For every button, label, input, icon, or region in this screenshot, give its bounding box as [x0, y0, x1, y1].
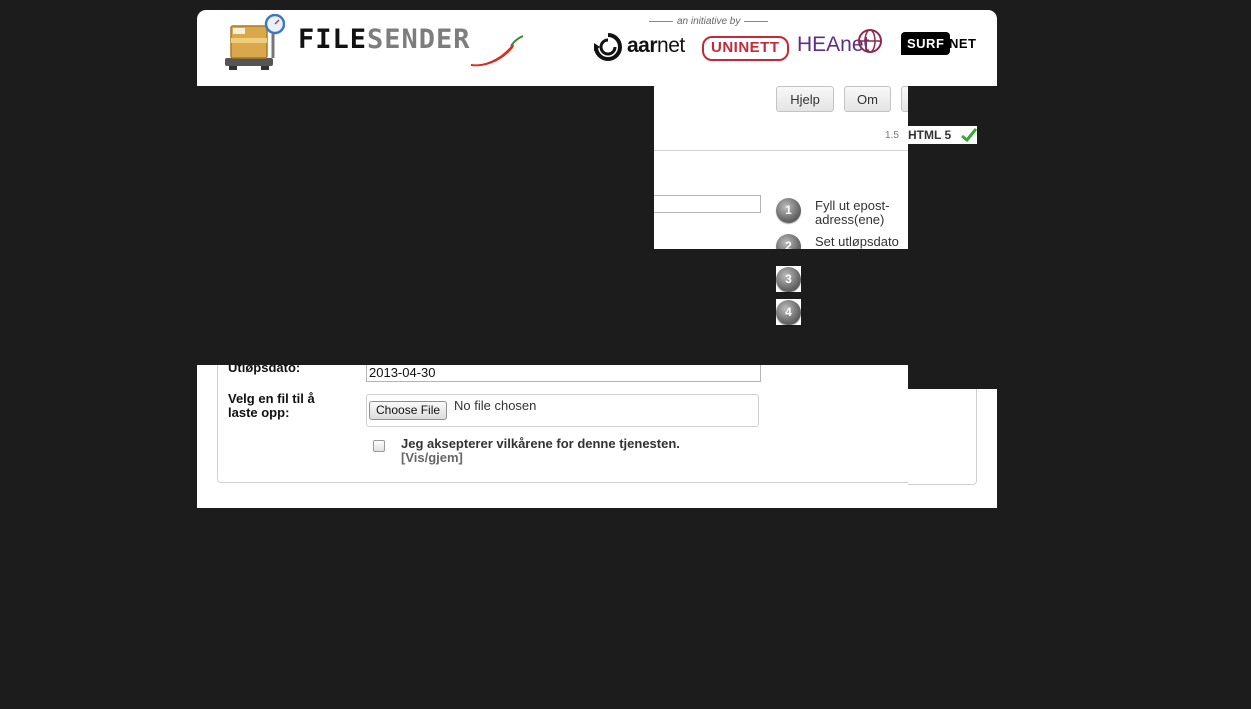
terms-checkbox[interactable] — [373, 440, 385, 452]
step-2-label: Set utløpsdato — [815, 234, 899, 249]
initiative-caption: an initiative by — [645, 16, 772, 27]
html5-check-icon — [961, 128, 977, 142]
step-1-label-line2: adress(ene) — [815, 212, 885, 227]
uninett-logo[interactable]: UNINETT — [702, 36, 789, 61]
email-field[interactable] — [654, 195, 761, 213]
expiry-date-field[interactable]: 2013-04-30 — [366, 365, 761, 382]
content-panel-bottom-right — [908, 389, 997, 508]
upload-fieldset-edge — [908, 389, 977, 485]
terms-toggle-link[interactable]: [Vis/gjem] — [401, 451, 463, 465]
aarnet-logo-icon — [594, 33, 622, 61]
step-3-icon: 3 — [776, 267, 801, 292]
step-1-label: Fyll ut epost- adress(ene) — [815, 199, 889, 227]
more-button[interactable] — [901, 86, 908, 112]
divider — [654, 150, 908, 151]
content-panel-top: Hjelp Om 1.5 1 Fyll ut epost- adress(ene… — [654, 86, 908, 249]
step-4-tile: 4 — [776, 299, 801, 325]
aarnet-wordmark: aarnet — [627, 34, 685, 57]
step-1-icon: 1 — [776, 198, 801, 223]
heanet-globe-icon — [858, 29, 882, 53]
html5-badge: HTML 5 — [908, 126, 977, 144]
html5-label: HTML 5 — [908, 128, 952, 142]
surfnet-logo[interactable]: SURF NET — [901, 32, 983, 64]
step-4-icon: 4 — [776, 300, 801, 325]
surf-wordmark: SURF — [901, 32, 951, 55]
expiry-label: Utløpsdato: — [228, 365, 301, 375]
site-header: FILESENDER an initiative by aarnet UNINE… — [197, 10, 997, 86]
version-number: 1.5 — [885, 130, 899, 141]
net-wordmark: NET — [949, 36, 977, 51]
choose-file-button[interactable]: Choose File — [369, 401, 448, 420]
step-2-icon: 2 — [776, 234, 801, 249]
about-button[interactable]: Om — [844, 86, 891, 112]
file-label-line2: laste opp: — [228, 405, 290, 420]
parcel-scale-icon — [225, 14, 285, 70]
no-file-text: No file chosen — [454, 398, 537, 413]
file-label: Velg en fil til å laste opp: — [228, 392, 315, 420]
terms-text: Jeg aksepterer vilkårene for denne tjene… — [401, 436, 680, 451]
filesender-wordmark: FILESENDER — [298, 24, 471, 55]
step-3-tile: 3 — [776, 266, 801, 292]
upload-form-panel: Utløpsdato: 2013-04-30 Velg en fil til å… — [197, 365, 908, 508]
file-picker: Choose File No file chosen — [366, 394, 759, 427]
file-label-line1: Velg en fil til å — [228, 391, 315, 406]
help-button[interactable]: Hjelp — [776, 86, 834, 112]
chili-pepper-icon — [471, 35, 524, 67]
step-1-label-line1: Fyll ut epost- — [815, 198, 890, 213]
